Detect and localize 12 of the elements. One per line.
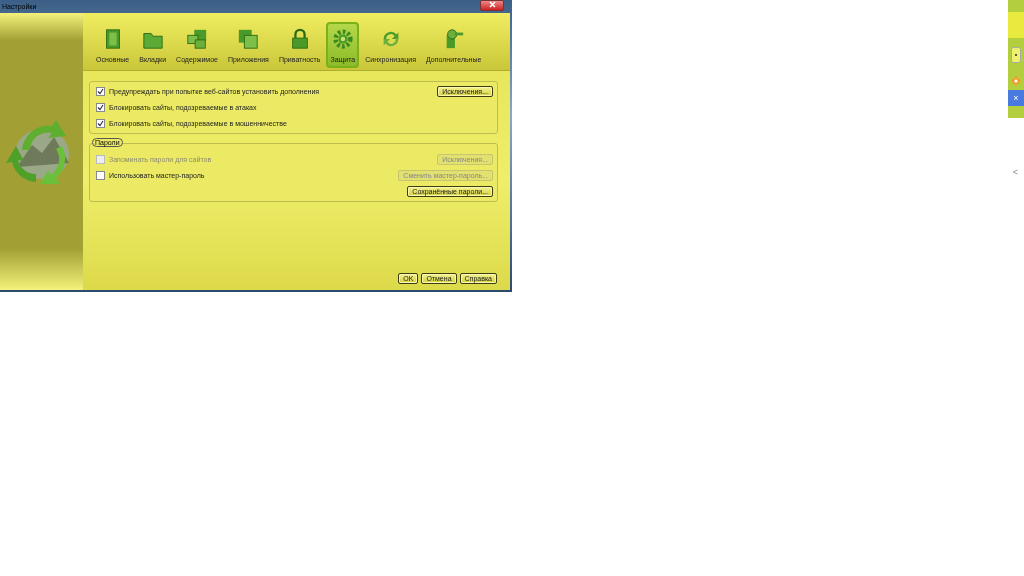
checkbox[interactable] (96, 87, 105, 96)
checkbox[interactable] (96, 119, 105, 128)
dropdown-icon[interactable] (1011, 47, 1021, 63)
close-glyph[interactable]: × (1008, 90, 1024, 106)
tab-icon (237, 28, 260, 50)
checkbox[interactable] (96, 171, 105, 180)
collapse-glyph[interactable]: < (1012, 167, 1018, 177)
close-button[interactable] (480, 0, 504, 11)
checkbox[interactable] (96, 103, 105, 112)
tab-icon (186, 28, 208, 50)
close-icon (488, 1, 496, 8)
tab-icon (331, 28, 354, 50)
